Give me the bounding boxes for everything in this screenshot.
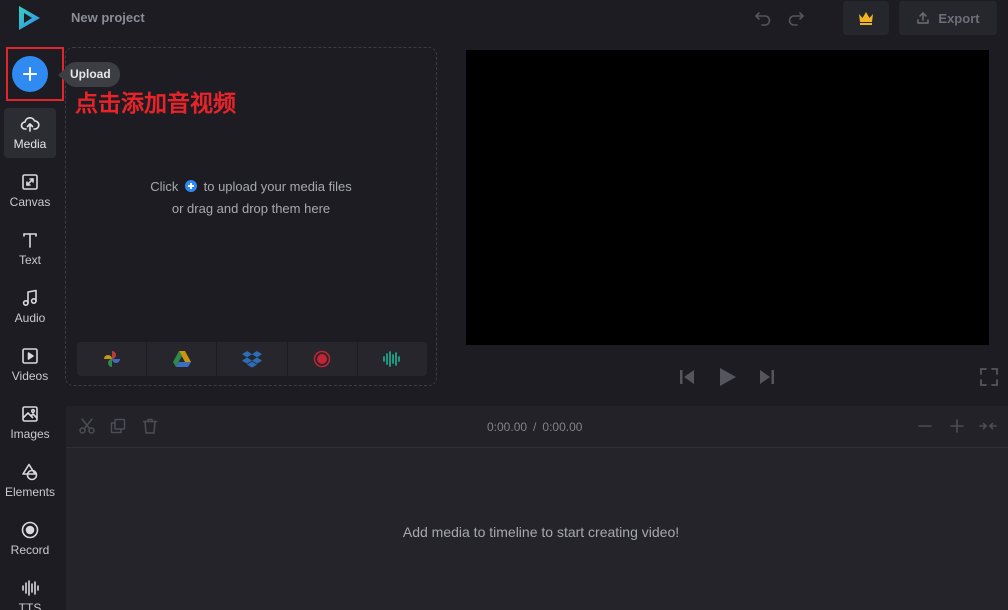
duplicate-icon[interactable] — [109, 417, 127, 435]
record-icon — [21, 521, 39, 539]
scissors-icon[interactable] — [78, 417, 96, 435]
record-button[interactable] — [287, 342, 357, 376]
google-drive-icon — [172, 351, 191, 367]
waveform-icon — [383, 351, 401, 367]
audio-waveform-button[interactable] — [357, 342, 428, 376]
sidebar-item-label: Elements — [4, 485, 56, 499]
text-icon — [23, 233, 37, 248]
video-preview[interactable] — [466, 50, 989, 345]
sidebar-item-audio[interactable]: Audio — [4, 282, 56, 332]
import-source-bar — [77, 342, 428, 376]
export-icon — [917, 12, 930, 24]
fullscreen-icon[interactable] — [978, 366, 1000, 388]
sidebar-item-label: Record — [10, 543, 50, 557]
upload-hint-line2: or drag and drop them here — [171, 201, 331, 216]
google-photos-icon — [103, 351, 120, 367]
sidebar-item-videos[interactable]: Videos — [4, 340, 56, 390]
media-drop-zone[interactable]: Click to upload your media files or drag… — [65, 47, 437, 386]
sidebar-item-label: TTS — [18, 601, 42, 610]
google-photos-button[interactable] — [77, 342, 147, 376]
play-icon[interactable] — [716, 366, 738, 388]
sidebar-item-label: Videos — [11, 369, 49, 383]
dropbox-button[interactable] — [217, 342, 287, 376]
undo-icon[interactable] — [753, 8, 773, 28]
shapes-icon — [22, 463, 38, 481]
sidebar-item-label: Images — [10, 427, 50, 441]
trash-icon[interactable] — [141, 417, 159, 435]
time-separator: / — [533, 420, 537, 434]
sidebar-item-label: Audio — [14, 311, 46, 325]
app-logo-icon[interactable] — [14, 3, 44, 33]
cloud-upload-icon — [20, 117, 40, 132]
google-drive-button[interactable] — [147, 342, 217, 376]
timeline-empty-message: Add media to timeline to start creating … — [402, 524, 680, 540]
zoom-in-icon[interactable] — [948, 417, 966, 435]
sidebar-item-label: Canvas — [9, 195, 51, 209]
music-note-icon — [22, 289, 37, 307]
current-time: 0:00.00 — [487, 420, 528, 434]
total-time: 0:00.00 — [542, 420, 583, 434]
skip-forward-icon[interactable] — [756, 366, 778, 388]
sidebar-item-label: Media — [13, 137, 47, 151]
record-icon — [313, 350, 331, 368]
video-play-icon — [22, 348, 38, 364]
canvas-resize-icon — [22, 174, 38, 190]
sidebar-item-media[interactable]: Media — [4, 108, 56, 158]
sidebar-item-elements[interactable]: Elements — [4, 456, 56, 506]
sidebar-item-tts[interactable]: TTS — [4, 572, 56, 610]
timeline[interactable]: 0:00.00 / 0:00.00 Add media to timeline to… — [66, 406, 1008, 610]
upload-button[interactable] — [12, 56, 48, 92]
premium-button[interactable] — [843, 1, 889, 35]
time-display: 0:00.00 / 0:00.00 — [487, 420, 582, 434]
sidebar-item-record[interactable]: Record — [4, 514, 56, 564]
sidebar-item-images[interactable]: Images — [4, 398, 56, 448]
timeline-toolbar: 0:00.00 / 0:00.00 — [66, 406, 1008, 448]
sidebar-item-label: Text — [18, 253, 41, 267]
skip-back-icon[interactable] — [676, 366, 698, 388]
dropbox-icon — [242, 351, 262, 368]
top-bar: New project Export — [0, 0, 1008, 36]
plus-circle-icon — [185, 180, 197, 192]
upload-hint: Click to upload your media files or drag… — [66, 176, 436, 220]
export-label: Export — [938, 10, 980, 26]
crown-icon — [859, 12, 873, 25]
image-icon — [22, 406, 38, 422]
waveform-icon — [22, 580, 39, 596]
plus-icon — [23, 67, 37, 81]
sidebar-item-canvas[interactable]: Canvas — [4, 166, 56, 216]
project-title[interactable]: New project — [71, 10, 145, 25]
upload-hint-prefix: Click — [150, 179, 179, 194]
fit-to-screen-icon[interactable] — [979, 417, 997, 435]
sidebar-item-text[interactable]: Text — [4, 224, 56, 274]
redo-icon[interactable] — [786, 8, 806, 28]
upload-hint-suffix: to upload your media files — [203, 179, 352, 194]
zoom-out-icon[interactable] — [916, 417, 934, 435]
export-button[interactable]: Export — [899, 1, 997, 35]
